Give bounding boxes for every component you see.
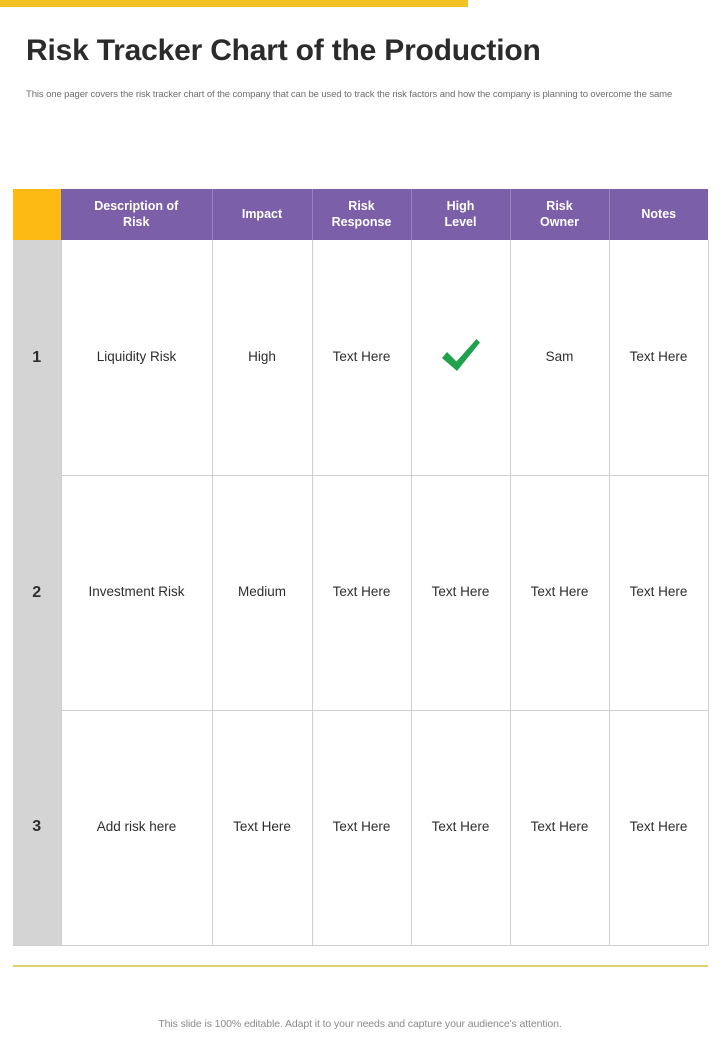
column-header-owner-line1: Risk [546, 199, 572, 213]
cell-risk-response[interactable]: Text Here [312, 710, 411, 945]
column-header-impact[interactable]: Impact [212, 189, 312, 240]
cell-high-level[interactable] [411, 240, 510, 475]
top-accent-bar [0, 0, 468, 7]
footer-divider [13, 965, 708, 967]
column-header-description-of-risk[interactable]: Description of Risk [61, 189, 212, 240]
table-header-row: Description of Risk Impact Risk Response… [13, 189, 708, 240]
column-header-notes[interactable]: Notes [609, 189, 708, 240]
table-row: 1 Liquidity Risk High Text Here Sam Text… [13, 240, 708, 475]
cell-notes[interactable]: Text Here [609, 710, 708, 945]
cell-risk-owner[interactable]: Sam [510, 240, 609, 475]
heading-block: Risk Tracker Chart of the Production Thi… [26, 34, 698, 101]
column-header-response-line2: Response [332, 215, 392, 229]
column-header-response-line1: Risk [348, 199, 374, 213]
cell-notes[interactable]: Text Here [609, 475, 708, 710]
column-header-high-line1: High [447, 199, 475, 213]
cell-description-of-risk[interactable]: Liquidity Risk [61, 240, 212, 475]
cell-risk-owner[interactable]: Text Here [510, 475, 609, 710]
page-title: Risk Tracker Chart of the Production [26, 34, 698, 69]
cell-impact[interactable]: High [212, 240, 312, 475]
cell-high-level[interactable]: Text Here [411, 475, 510, 710]
cell-risk-owner[interactable]: Text Here [510, 710, 609, 945]
cell-impact[interactable]: Text Here [212, 710, 312, 945]
column-header-high-level[interactable]: High Level [411, 189, 510, 240]
column-header-risk-owner[interactable]: Risk Owner [510, 189, 609, 240]
column-header-description-line2: Risk [123, 215, 149, 229]
footer-note: This slide is 100% editable. Adapt it to… [0, 1018, 720, 1030]
column-header-risk-response[interactable]: Risk Response [312, 189, 411, 240]
table-row: 3 Add risk here Text Here Text Here Text… [13, 710, 708, 945]
risk-tracker-table: Description of Risk Impact Risk Response… [13, 189, 709, 946]
column-header-owner-line2: Owner [540, 215, 579, 229]
row-number-cell: 2 [13, 475, 61, 710]
row-number-cell: 1 [13, 240, 61, 475]
cell-high-level[interactable]: Text Here [411, 710, 510, 945]
cell-description-of-risk[interactable]: Investment Risk [61, 475, 212, 710]
check-icon [438, 333, 484, 377]
column-header-description-line1: Description of [94, 199, 178, 213]
column-header-number [13, 189, 61, 240]
column-header-high-line2: Level [445, 215, 477, 229]
cell-impact[interactable]: Medium [212, 475, 312, 710]
row-number-cell: 3 [13, 710, 61, 945]
cell-description-of-risk[interactable]: Add risk here [61, 710, 212, 945]
cell-notes[interactable]: Text Here [609, 240, 708, 475]
table-row: 2 Investment Risk Medium Text Here Text … [13, 475, 708, 710]
cell-risk-response[interactable]: Text Here [312, 475, 411, 710]
page-subtitle: This one pager covers the risk tracker c… [26, 69, 696, 102]
cell-risk-response[interactable]: Text Here [312, 240, 411, 475]
